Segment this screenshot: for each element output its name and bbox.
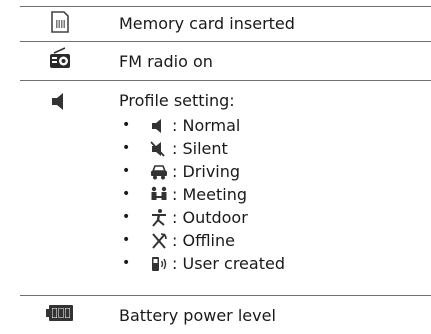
profile-label: : Driving xyxy=(172,162,241,181)
table-row: Battery power level xyxy=(20,296,431,334)
bullet: • xyxy=(122,255,131,271)
table-row: Memory card inserted xyxy=(20,7,431,40)
profile-label: : User created xyxy=(172,254,285,273)
row-description: FM radio on xyxy=(119,52,213,71)
profile-label: : Outdoor xyxy=(172,208,248,227)
bullet: • xyxy=(122,117,131,133)
memory-card-icon xyxy=(48,10,72,34)
row-description: Memory card inserted xyxy=(119,14,295,33)
bullet: • xyxy=(122,232,131,248)
bullet: • xyxy=(122,186,131,202)
battery-icon xyxy=(46,304,74,322)
table-row: Profile setting: • : Normal •: Silent •… xyxy=(20,81,431,289)
user-phone-icon xyxy=(149,254,169,274)
meeting-icon xyxy=(149,185,169,205)
fm-radio-icon xyxy=(48,46,72,70)
bullet: • xyxy=(122,209,131,225)
speaker-icon xyxy=(48,89,72,113)
profile-label: : Silent xyxy=(172,139,228,158)
car-icon xyxy=(149,162,169,182)
row-description: Battery power level xyxy=(119,306,276,325)
bullet: • xyxy=(122,140,131,156)
bullet: • xyxy=(122,163,131,179)
table-row: FM radio on xyxy=(20,42,431,79)
row-description: Profile setting: xyxy=(119,91,235,110)
running-person-icon xyxy=(149,208,169,228)
profile-label: : Meeting xyxy=(172,185,247,204)
profile-label: : Normal xyxy=(172,116,241,135)
silent-speaker-icon xyxy=(149,139,169,159)
normal-speaker-icon xyxy=(149,116,169,136)
profile-label: : Offline xyxy=(172,231,235,250)
offline-icon xyxy=(149,231,169,251)
